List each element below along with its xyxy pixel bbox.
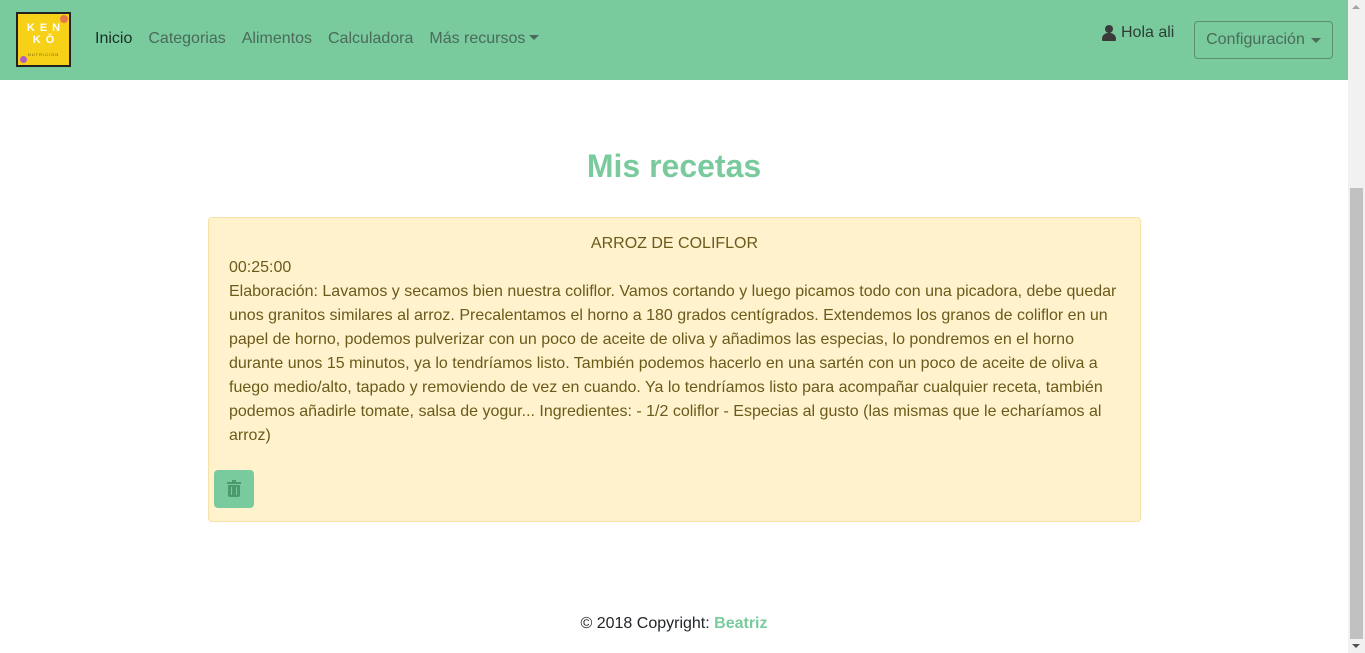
logo-line-2: KŌ — [32, 34, 60, 46]
recipe-name: ARROZ DE COLIFLOR — [590, 235, 759, 252]
caret-down-icon — [1310, 37, 1321, 43]
nav-item-mas-recursos[interactable]: Más recursos — [429, 30, 540, 48]
kenko-logo[interactable]: KEN KŌ NUTRICIÓN — [16, 12, 71, 67]
vertical-scrollbar[interactable] — [1348, 0, 1365, 653]
logo-line-1: KEN — [26, 22, 66, 34]
scroll-down-icon[interactable] — [1352, 644, 1360, 648]
user-greeting[interactable]: Hola ali — [1102, 24, 1174, 42]
user-greeting-text: Hola ali — [1121, 24, 1175, 41]
config-label: Configuración — [1206, 31, 1305, 48]
page: KEN KŌ NUTRICIÓN Inicio Categorias Alime… — [0, 0, 1348, 653]
recipe-time: 00:25:00 — [229, 259, 292, 276]
flower-decoration — [20, 56, 27, 63]
recipe-description: Elaboración: Lavamos y secamos bien nues… — [229, 283, 1117, 444]
nav-item-calculadora[interactable]: Calculadora — [328, 30, 413, 48]
logo-line-3: NUTRICIÓN — [27, 52, 60, 57]
scrollbar-thumb[interactable] — [1350, 188, 1363, 639]
navbar: KEN KŌ NUTRICIÓN Inicio Categorias Alime… — [0, 0, 1348, 80]
trash-icon — [227, 480, 241, 497]
user-icon — [1102, 25, 1116, 41]
scroll-up-icon[interactable] — [1352, 5, 1360, 9]
footer-copyright: © 2018 Copyright: — [580, 615, 710, 632]
nav-item-inicio[interactable]: Inicio — [95, 30, 132, 48]
page-title: Mis recetas — [586, 148, 762, 184]
flower-decoration — [60, 15, 68, 23]
nav-links: Inicio Categorias Alimentos Calculadora … — [95, 30, 555, 48]
footer: © 2018 Copyright: Beatriz — [0, 615, 1348, 633]
caret-down-icon — [529, 35, 540, 40]
nav-item-mas-recursos-label: Más recursos — [429, 30, 526, 47]
recipe-card: ARROZ DE COLIFLOR 00:25:00 Elaboración: … — [208, 217, 1141, 522]
delete-recipe-button[interactable] — [214, 470, 254, 508]
nav-item-alimentos[interactable]: Alimentos — [242, 30, 312, 48]
footer-author-link[interactable]: Beatriz — [714, 615, 767, 632]
nav-item-categorias[interactable]: Categorias — [148, 30, 225, 48]
config-dropdown-button[interactable]: Configuración — [1194, 21, 1333, 59]
